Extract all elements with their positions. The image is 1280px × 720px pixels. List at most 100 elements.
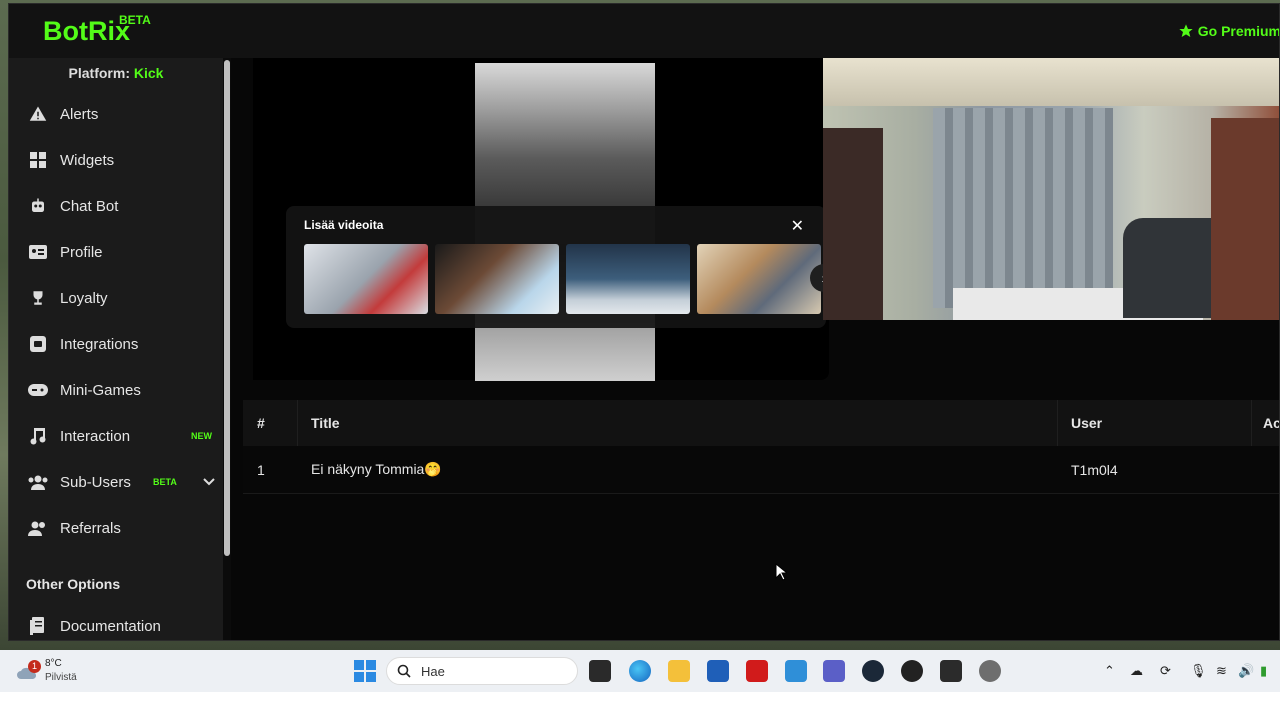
sidebar-item-label: Widgets xyxy=(60,151,115,169)
search-placeholder: Hae xyxy=(421,663,445,679)
top-bar: BotRix BETA Go Premium xyxy=(9,4,1279,58)
star-icon xyxy=(1179,24,1193,37)
table-row[interactable]: 1 Ei näkyny Tommia🤭 T1m0l4 xyxy=(243,446,1279,494)
robot-icon xyxy=(28,196,48,216)
video-thumbnail[interactable] xyxy=(304,244,428,314)
epic-games-icon[interactable] xyxy=(940,660,962,682)
warning-triangle-icon xyxy=(28,104,48,124)
chevron-down-icon[interactable] xyxy=(203,474,215,491)
sync-icon[interactable]: ⟳ xyxy=(1160,663,1171,679)
weather-widget[interactable]: 1 8°C Pilvistä xyxy=(16,656,86,686)
sidebar-item-alerts[interactable]: Alerts xyxy=(9,94,223,134)
weather-temperature: 8°C xyxy=(45,658,62,669)
user-group-icon xyxy=(28,518,48,538)
windows-icon xyxy=(354,660,376,682)
other-options-heading: Other Options xyxy=(26,576,121,592)
sidebar-item-integrations[interactable]: Integrations xyxy=(9,324,223,364)
logo-beta-badge: BETA xyxy=(119,13,151,27)
screen-bottom-edge xyxy=(0,692,1280,720)
store-icon[interactable] xyxy=(707,660,729,682)
microphone-icon[interactable]: 🎙 xyxy=(1190,663,1207,679)
document-icon xyxy=(28,616,48,636)
sidebar-item-label: Alerts xyxy=(60,105,99,123)
sidebar-item-label: Interaction xyxy=(60,427,131,445)
app-icon[interactable] xyxy=(901,660,923,682)
column-divider xyxy=(1251,400,1252,446)
table-header: # Title User Ac xyxy=(243,400,1279,446)
volume-icon[interactable]: 🔊 xyxy=(1238,663,1254,679)
new-badge: NEW xyxy=(191,431,212,441)
sidebar-item-documentation[interactable]: Documentation xyxy=(9,606,223,640)
teams-icon[interactable] xyxy=(823,660,845,682)
task-view-icon[interactable] xyxy=(589,660,611,682)
start-button[interactable] xyxy=(354,660,376,682)
file-explorer-icon[interactable] xyxy=(668,660,690,682)
search-icon xyxy=(397,664,411,678)
taskbar-search[interactable]: Hae xyxy=(386,657,578,685)
column-divider xyxy=(297,400,298,446)
sidebar-item-label: Integrations xyxy=(60,335,139,353)
column-header-actions[interactable]: Ac xyxy=(1263,400,1279,446)
sidebar: Platform: Kick Alerts Widgets Chat Bot P… xyxy=(9,58,223,640)
weather-description: Pilvistä xyxy=(45,672,77,683)
video-thumbnail[interactable] xyxy=(566,244,690,314)
onedrive-icon[interactable]: ☁ xyxy=(1130,663,1143,679)
scrollbar-thumb[interactable] xyxy=(224,60,230,556)
sidebar-item-label: Profile xyxy=(60,243,103,261)
close-icon[interactable]: ✕ xyxy=(791,216,804,236)
sidebar-item-widgets[interactable]: Widgets xyxy=(9,140,223,180)
sidebar-item-label: Referrals xyxy=(60,519,121,537)
beta-badge: BETA xyxy=(153,477,177,487)
sidebar-item-referrals[interactable]: Referrals xyxy=(9,508,223,548)
main-content: Lisää videoita ✕ › # Title User xyxy=(231,58,1279,640)
grid-icon xyxy=(28,150,48,170)
sidebar-item-mini-games[interactable]: Mini-Games xyxy=(9,370,223,410)
notification-badge: 1 xyxy=(28,660,41,673)
trophy-icon xyxy=(28,288,48,308)
video-player[interactable]: Lisää videoita ✕ › xyxy=(253,58,838,381)
battery-icon[interactable]: ▮ xyxy=(1260,663,1267,679)
gamepad-icon xyxy=(28,380,48,400)
chevron-up-icon[interactable]: ⌃ xyxy=(1104,663,1115,679)
platform-value: Kick xyxy=(133,65,164,81)
webcam-ceiling xyxy=(823,58,1279,106)
sidebar-item-label: Mini-Games xyxy=(60,381,141,399)
sidebar-item-chat-bot[interactable]: Chat Bot xyxy=(9,186,223,226)
row-user: T1m0l4 xyxy=(1071,461,1118,478)
video-thumbnail[interactable] xyxy=(435,244,559,314)
webcam-shelf-right xyxy=(1211,118,1279,320)
lenovo-app-icon[interactable] xyxy=(746,660,768,682)
platform-label: Platform: xyxy=(68,65,130,81)
outlook-icon[interactable] xyxy=(785,660,807,682)
column-header-user[interactable]: User xyxy=(1071,400,1102,446)
row-index: 1 xyxy=(257,461,265,478)
integrations-icon xyxy=(28,334,48,354)
id-card-icon xyxy=(28,242,48,262)
sidebar-item-profile[interactable]: Profile xyxy=(9,232,223,272)
webcam-curtain xyxy=(933,108,1113,308)
edge-browser-icon[interactable] xyxy=(629,660,651,682)
settings-gear-icon[interactable] xyxy=(979,660,1001,682)
wifi-icon[interactable]: ≋ xyxy=(1216,663,1227,679)
sidebar-item-label: Loyalty xyxy=(60,289,108,307)
video-thumbnail[interactable] xyxy=(697,244,821,314)
sidebar-item-loyalty[interactable]: Loyalty xyxy=(9,278,223,318)
column-header-title[interactable]: Title xyxy=(311,400,340,446)
steam-icon[interactable] xyxy=(862,660,884,682)
more-videos-overlay: Lisää videoita ✕ › xyxy=(286,206,838,328)
music-note-icon xyxy=(28,426,48,446)
users-icon xyxy=(28,472,48,492)
webcam-shelf-left xyxy=(823,128,883,320)
sidebar-scrollbar[interactable] xyxy=(223,58,231,640)
app-logo[interactable]: BotRix xyxy=(43,16,130,47)
webcam-view xyxy=(823,58,1279,320)
mouse-cursor-icon xyxy=(775,562,789,586)
column-divider xyxy=(1057,400,1058,446)
sidebar-item-label: Sub-Users xyxy=(60,473,131,491)
sidebar-item-sub-users[interactable]: Sub-Users BETA xyxy=(9,462,223,502)
sidebar-item-interaction[interactable]: Interaction NEW xyxy=(9,416,223,456)
sidebar-item-label: Documentation xyxy=(60,617,161,635)
row-title: Ei näkyny Tommia🤭 xyxy=(311,461,442,477)
platform-indicator: Platform: Kick xyxy=(9,58,223,88)
go-premium-button[interactable]: Go Premium xyxy=(1178,21,1279,41)
